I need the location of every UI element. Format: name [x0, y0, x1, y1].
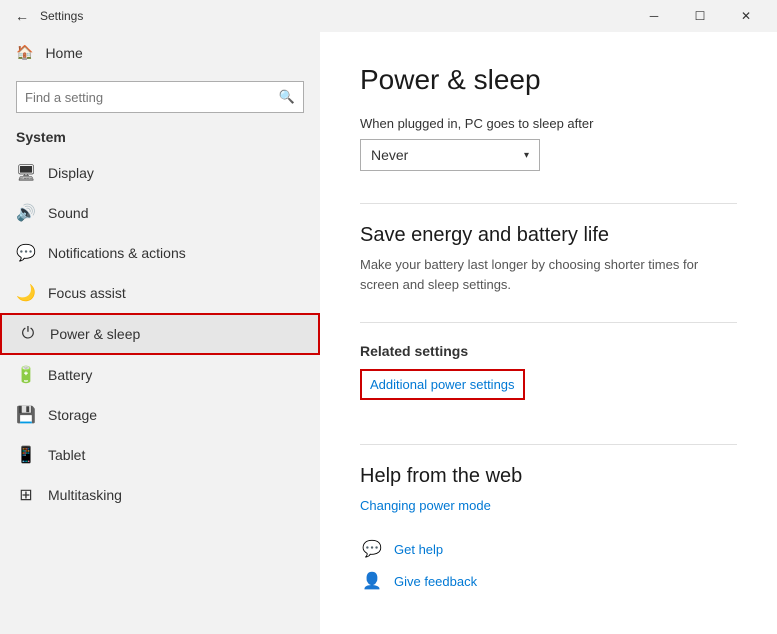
- sidebar-item-label: Power & sleep: [50, 326, 140, 342]
- additional-power-link[interactable]: Additional power settings: [370, 377, 515, 392]
- sidebar-item-label: Sound: [48, 205, 88, 221]
- sidebar-item-label: Storage: [48, 407, 97, 423]
- bottom-links: 💬 Get help 👤 Give feedback: [360, 537, 737, 593]
- sidebar-section-title: System: [0, 125, 320, 153]
- sidebar-item-sound[interactable]: 🔊 Sound: [0, 193, 320, 233]
- home-icon: 🏠: [16, 44, 33, 61]
- sidebar-item-display[interactable]: 🖥 Display: [0, 153, 320, 193]
- sound-icon: 🔊: [16, 203, 36, 223]
- additional-power-link-item[interactable]: Additional power settings: [370, 377, 515, 392]
- related-settings-title: Related settings: [360, 343, 737, 359]
- home-label: Home: [45, 45, 82, 61]
- search-input[interactable]: [17, 90, 271, 105]
- give-feedback-item[interactable]: 👤 Give feedback: [360, 569, 737, 593]
- tablet-icon: 📱: [16, 445, 36, 465]
- sidebar-item-label: Tablet: [48, 447, 85, 463]
- help-web-title: Help from the web: [360, 465, 737, 488]
- app-title: Settings: [36, 9, 631, 23]
- sidebar-item-home[interactable]: 🏠 Home: [0, 32, 320, 73]
- window-controls: ─ ☐ ✕: [631, 0, 769, 32]
- sleep-label: When plugged in, PC goes to sleep after: [360, 116, 737, 131]
- sidebar-item-label: Focus assist: [48, 285, 126, 301]
- divider-3: [360, 444, 737, 445]
- changing-power-mode-item[interactable]: Changing power mode: [360, 498, 737, 513]
- get-help-icon: 💬: [360, 537, 384, 561]
- titlebar: ← Settings ─ ☐ ✕: [0, 0, 777, 32]
- dropdown-value: Never: [371, 147, 408, 163]
- sidebar-item-multitasking[interactable]: ⊞ Multitasking: [0, 475, 320, 515]
- search-icon: 🔍: [271, 89, 303, 105]
- additional-power-box: Additional power settings: [360, 369, 525, 400]
- search-box[interactable]: 🔍: [16, 81, 304, 113]
- focus-icon: 🌙: [16, 283, 36, 303]
- storage-icon: 💾: [16, 405, 36, 425]
- get-help-item[interactable]: 💬 Get help: [360, 537, 737, 561]
- display-icon: 🖥: [16, 163, 36, 183]
- multitasking-icon: ⊞: [16, 485, 36, 505]
- changing-power-mode-link[interactable]: Changing power mode: [360, 498, 491, 513]
- sidebar-item-label: Notifications & actions: [48, 245, 186, 261]
- sidebar-item-label: Display: [48, 165, 94, 181]
- chevron-down-icon: ▾: [524, 150, 529, 161]
- sleep-dropdown[interactable]: Never ▾: [360, 139, 540, 171]
- save-energy-heading: Save energy and battery life: [360, 224, 737, 247]
- save-energy-desc: Make your battery last longer by choosin…: [360, 255, 737, 294]
- sidebar-item-battery[interactable]: 🔋 Battery: [0, 355, 320, 395]
- main-panel: Power & sleep When plugged in, PC goes t…: [320, 32, 777, 634]
- divider: [360, 203, 737, 204]
- app-body: 🏠 Home 🔍 System 🖥 Display 🔊 Sound 💬 Noti…: [0, 32, 777, 634]
- give-feedback-link[interactable]: Give feedback: [394, 574, 477, 589]
- sidebar-item-tablet[interactable]: 📱 Tablet: [0, 435, 320, 475]
- help-links: Changing power mode: [360, 498, 737, 513]
- notifications-icon: 💬: [16, 243, 36, 263]
- sidebar-item-notifications[interactable]: 💬 Notifications & actions: [0, 233, 320, 273]
- minimize-button[interactable]: ─: [631, 0, 677, 32]
- close-button[interactable]: ✕: [723, 0, 769, 32]
- divider-2: [360, 322, 737, 323]
- maximize-button[interactable]: ☐: [677, 0, 723, 32]
- give-feedback-icon: 👤: [360, 569, 384, 593]
- sidebar-item-power[interactable]: ⏻ Power & sleep: [0, 313, 320, 355]
- sidebar-item-label: Battery: [48, 367, 92, 383]
- sidebar-item-focus[interactable]: 🌙 Focus assist: [0, 273, 320, 313]
- get-help-link[interactable]: Get help: [394, 542, 443, 557]
- sidebar: 🏠 Home 🔍 System 🖥 Display 🔊 Sound 💬 Noti…: [0, 32, 320, 634]
- battery-icon: 🔋: [16, 365, 36, 385]
- sidebar-item-label: Multitasking: [48, 487, 122, 503]
- sidebar-item-storage[interactable]: 💾 Storage: [0, 395, 320, 435]
- back-button[interactable]: ←: [8, 2, 36, 30]
- page-title: Power & sleep: [360, 64, 737, 96]
- power-icon: ⏻: [18, 325, 38, 343]
